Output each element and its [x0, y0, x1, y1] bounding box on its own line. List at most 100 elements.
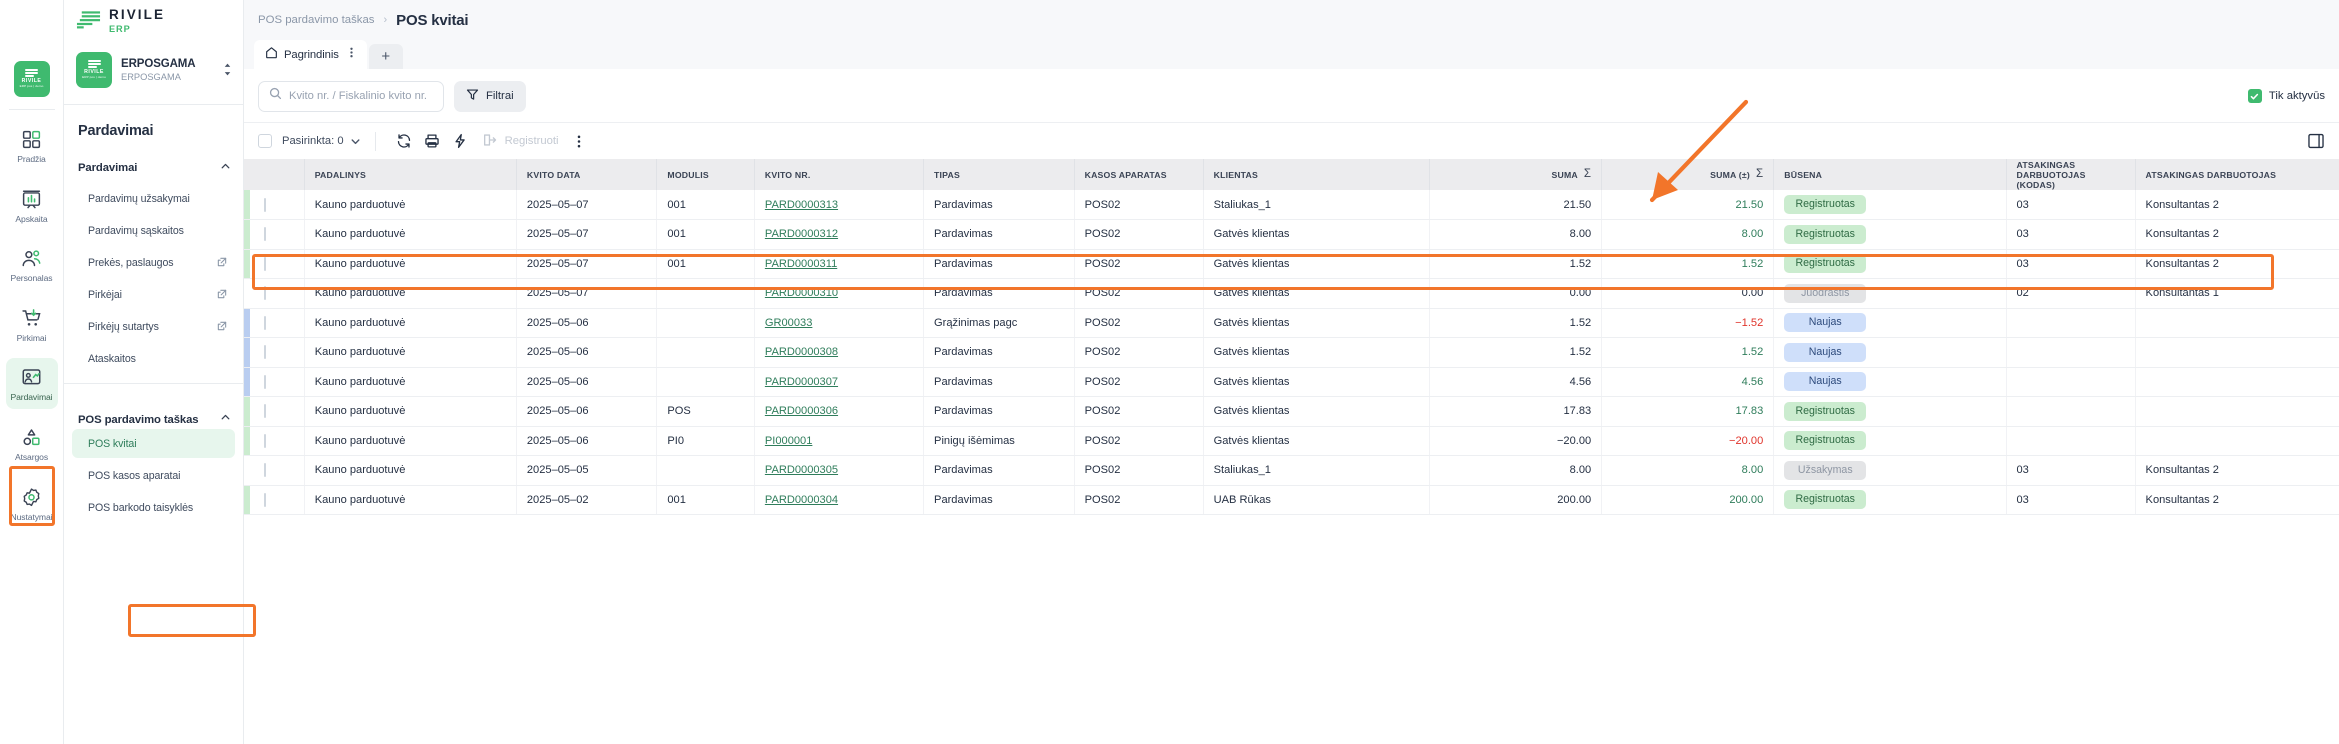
cell-kvito-nr[interactable]: PARD0000304: [754, 485, 923, 515]
receipt-link[interactable]: PARD0000308: [765, 346, 838, 358]
filter-button[interactable]: Filtrai: [454, 81, 526, 112]
col-kvito-data[interactable]: KVITO DATA: [516, 159, 657, 190]
sidebar-item-pirkimai[interactable]: Pirkimai: [6, 299, 58, 350]
col-tipas[interactable]: TIPAS: [924, 159, 1075, 190]
row-checkbox-cell[interactable]: [250, 249, 304, 279]
more-actions-kebab-icon[interactable]: [573, 134, 585, 149]
table-row[interactable]: Kauno parduotuvė2025–05–07001PARD0000312…: [244, 220, 2339, 250]
row-checkbox-cell[interactable]: [250, 220, 304, 250]
search-box[interactable]: [258, 81, 444, 112]
row-checkbox-cell[interactable]: [250, 485, 304, 515]
receipt-link[interactable]: PARD0000310: [765, 287, 838, 299]
sidebar-item-pardavimai[interactable]: Pardavimai: [6, 358, 58, 409]
cell-kvito-nr[interactable]: PARD0000306: [754, 397, 923, 427]
refresh-icon[interactable]: [390, 127, 418, 155]
row-checkbox[interactable]: [264, 198, 266, 212]
add-tab-button[interactable]: +: [369, 44, 403, 69]
row-checkbox-cell[interactable]: [250, 308, 304, 338]
table-row[interactable]: Kauno parduotuvė2025–05–06PARD0000307Par…: [244, 367, 2339, 397]
sidebar-item-nustatymai[interactable]: Nustatymai: [6, 478, 58, 529]
receipt-link[interactable]: PARD0000304: [765, 494, 838, 506]
row-checkbox[interactable]: [264, 316, 266, 330]
account-switch-icon[interactable]: [222, 62, 233, 82]
cell-kvito-nr[interactable]: GR00033: [754, 308, 923, 338]
receipt-link[interactable]: PARD0000305: [765, 464, 838, 476]
cell-kvito-nr[interactable]: PARD0000310: [754, 279, 923, 309]
table-row[interactable]: Kauno parduotuvė2025–05–07001PARD0000311…: [244, 249, 2339, 279]
active-only-toggle[interactable]: Tik aktyvūs: [2248, 89, 2325, 103]
receipt-link[interactable]: PI000001: [765, 435, 813, 447]
col-darbuotojas[interactable]: ATSAKINGAS DARBUOTOJAS: [2135, 159, 2339, 190]
cell-kvito-nr[interactable]: PARD0000305: [754, 456, 923, 486]
chevron-down-icon[interactable]: [350, 136, 361, 147]
row-checkbox-cell[interactable]: [250, 279, 304, 309]
table-row[interactable]: Kauno parduotuvė2025–05–05PARD0000305Par…: [244, 456, 2339, 486]
table-row[interactable]: Kauno parduotuvė2025–05–06GR00033Grąžini…: [244, 308, 2339, 338]
table-row[interactable]: Kauno parduotuvė2025–05–06POSPARD0000306…: [244, 397, 2339, 427]
row-checkbox-cell[interactable]: [250, 456, 304, 486]
col-padalinys[interactable]: PADALINYS: [304, 159, 516, 190]
row-checkbox[interactable]: [264, 257, 266, 271]
nav-item-pirkeju-sutartys[interactable]: Pirkėjų sutartys: [72, 312, 235, 341]
nav-item-prekes-paslaugos[interactable]: Prekės, paslaugos: [72, 248, 235, 277]
row-checkbox[interactable]: [264, 493, 266, 507]
cell-kvito-nr[interactable]: PI000001: [754, 426, 923, 456]
table-row[interactable]: Kauno parduotuvė2025–05–02001PARD0000304…: [244, 485, 2339, 515]
sidebar-item-personalas[interactable]: Personalas: [6, 239, 58, 290]
row-checkbox[interactable]: [264, 375, 266, 389]
lightning-icon[interactable]: [446, 127, 474, 155]
nav-group-pardavimai[interactable]: Pardavimai: [64, 155, 243, 181]
receipt-link[interactable]: PARD0000306: [765, 405, 838, 417]
nav-group-pos[interactable]: POS pardavimo taškas: [64, 384, 243, 426]
select-all-checkbox[interactable]: [258, 134, 272, 148]
col-kasos-aparatas[interactable]: KASOS APARATAS: [1074, 159, 1203, 190]
table-row[interactable]: Kauno parduotuvė2025–05–07001PARD0000313…: [244, 190, 2339, 220]
sum-sigma-icon[interactable]: Σ: [1756, 168, 1763, 181]
nav-item-ataskaitos[interactable]: Ataskaitos: [72, 344, 235, 373]
receipt-link[interactable]: PARD0000312: [765, 228, 838, 240]
receipt-link[interactable]: PARD0000307: [765, 376, 838, 388]
nav-item-pos-kvitai[interactable]: POS kvitai: [72, 429, 235, 458]
cell-kvito-nr[interactable]: PARD0000313: [754, 190, 923, 220]
row-checkbox[interactable]: [264, 434, 266, 448]
sum-sigma-icon[interactable]: Σ: [1584, 168, 1591, 181]
columns-config-icon[interactable]: [2307, 132, 2325, 150]
row-checkbox-cell[interactable]: [250, 426, 304, 456]
row-checkbox-cell[interactable]: [250, 367, 304, 397]
sidebar-item-pradzia[interactable]: Pradžia: [6, 120, 58, 171]
row-checkbox[interactable]: [264, 345, 266, 359]
breadcrumb-parent[interactable]: POS pardavimo taškas: [258, 14, 375, 26]
col-kvito-nr[interactable]: KVITO NR.: [754, 159, 923, 190]
row-checkbox[interactable]: [264, 404, 266, 418]
sidebar-item-apskaita[interactable]: Apskaita: [6, 180, 58, 231]
sidebar-item-atsargos[interactable]: Atsargos: [6, 418, 58, 469]
col-busena[interactable]: BŪSENA: [1774, 159, 2006, 190]
nav-item-pos-kasos-aparatai[interactable]: POS kasos aparatai: [72, 461, 235, 490]
tab-kebab-icon[interactable]: [345, 46, 358, 64]
cell-kvito-nr[interactable]: PARD0000312: [754, 220, 923, 250]
receipt-link[interactable]: PARD0000311: [765, 258, 837, 270]
row-checkbox[interactable]: [264, 227, 266, 241]
col-suma-pm[interactable]: SUMA (±)Σ: [1602, 159, 1774, 190]
nav-item-pardavimu-saskaitos[interactable]: Pardavimų sąskaitos: [72, 216, 235, 245]
row-checkbox[interactable]: [264, 463, 266, 477]
col-suma[interactable]: SUMAΣ: [1430, 159, 1602, 190]
receipts-table-wrapper[interactable]: PADALINYS KVITO DATA MODULIS KVITO NR. T…: [244, 159, 2339, 744]
col-modulis[interactable]: MODULIS: [657, 159, 754, 190]
table-row[interactable]: Kauno parduotuvė2025–05–06PI0PI000001Pin…: [244, 426, 2339, 456]
account-row[interactable]: RIVILE ERP pos | demo ERPOSGAMA ERPOSGAM…: [64, 52, 243, 88]
tab-pagrindinis[interactable]: Pagrindinis: [254, 40, 367, 69]
cell-kvito-nr[interactable]: PARD0000307: [754, 367, 923, 397]
row-checkbox-cell[interactable]: [250, 397, 304, 427]
table-row[interactable]: Kauno parduotuvė2025–05–06PARD0000308Par…: [244, 338, 2339, 368]
nav-item-pardavimu-uzsakymai[interactable]: Pardavimų užsakymai: [72, 184, 235, 213]
search-input[interactable]: [289, 90, 433, 102]
cell-kvito-nr[interactable]: PARD0000311: [754, 249, 923, 279]
row-checkbox-cell[interactable]: [250, 190, 304, 220]
col-darbuotojas-kodas[interactable]: ATSAKINGAS DARBUOTOJAS (KODAS): [2006, 159, 2135, 190]
cell-kvito-nr[interactable]: PARD0000308: [754, 338, 923, 368]
row-checkbox-cell[interactable]: [250, 338, 304, 368]
receipt-link[interactable]: PARD0000313: [765, 199, 838, 211]
nav-item-pirkejai[interactable]: Pirkėjai: [72, 280, 235, 309]
receipt-link[interactable]: GR00033: [765, 317, 813, 329]
